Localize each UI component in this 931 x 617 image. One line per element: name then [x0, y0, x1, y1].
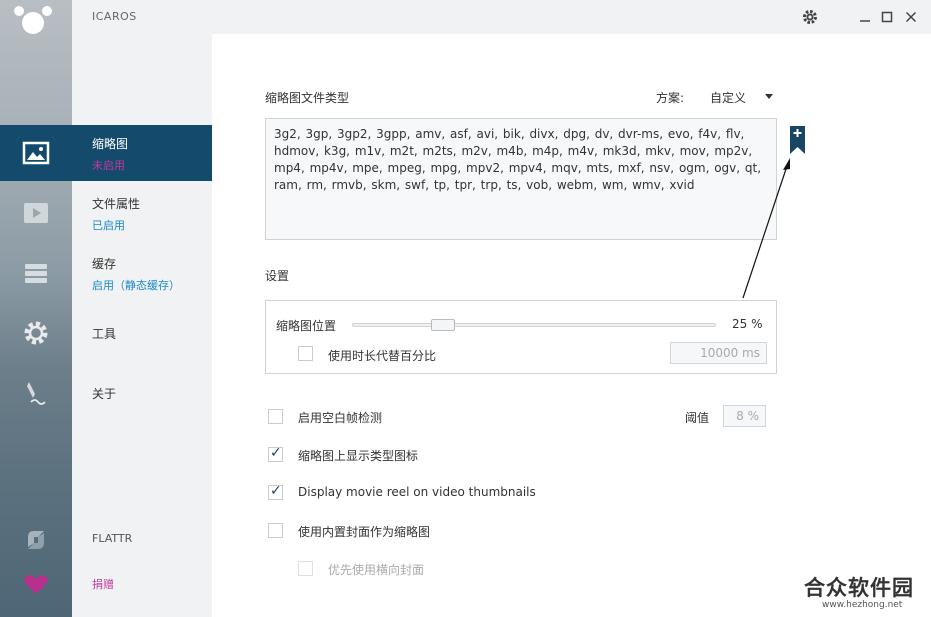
blank-frame-checkbox[interactable] [268, 409, 283, 424]
rail-about-button[interactable] [0, 365, 72, 421]
duration-input[interactable]: 10000 ms [670, 342, 767, 364]
menu-item-status: 未启用 [92, 159, 125, 172]
minimize-icon [860, 20, 870, 22]
bookmark-add-icon[interactable] [790, 126, 805, 154]
file-types-heading: 缩略图文件类型 [265, 91, 350, 105]
show-type-icon-label: 缩略图上显示类型图标 [298, 449, 419, 463]
icon-rail [0, 0, 72, 617]
rail-donate-button[interactable] [0, 556, 72, 612]
close-button[interactable] [902, 8, 920, 26]
menu-item-label: 关于 [92, 387, 117, 401]
thumbnail-position-label: 缩略图位置 [276, 319, 337, 333]
menu-item-thumbnails[interactable]: 缩略图 未启用 [72, 125, 212, 181]
maximize-button[interactable] [878, 8, 896, 26]
menu-item-tools[interactable]: 工具 [72, 305, 212, 361]
menu-item-cache[interactable]: 缓存 启用（静态缓存） [72, 245, 212, 301]
rail-properties-button[interactable] [0, 185, 72, 241]
menu-item-label: 工具 [92, 327, 117, 341]
thumbnail-position-slider-thumb[interactable] [431, 319, 455, 331]
maximize-icon [881, 11, 893, 23]
rail-cache-button[interactable] [0, 245, 72, 301]
watermark: 合众软件园 www.hezhong.net [800, 572, 931, 617]
thumbnails-panel: 缩略图文件类型 方案: 自定义 3g2, 3gp, 3gp2, 3gpp, am… [212, 34, 931, 617]
title-bar: ICAROS [72, 0, 931, 34]
use-duration-checkbox[interactable] [298, 346, 313, 361]
heart-icon [24, 575, 48, 594]
menu-item-status: 启用（静态缓存） [92, 279, 180, 292]
use-duration-label: 使用时长代替百分比 [328, 349, 437, 363]
settings-gear-button[interactable] [801, 8, 819, 26]
gear-icon [24, 321, 48, 345]
scheme-label: 方案: [656, 91, 685, 105]
scheme-selected-value: 自定义 [710, 91, 747, 105]
close-icon [905, 11, 917, 23]
menu-item-about[interactable]: 关于 [72, 365, 212, 421]
thumbnail-position-slider-track[interactable] [352, 323, 716, 327]
movie-reel-label: Display movie reel on video thumbnails [298, 485, 536, 499]
pen-signature-icon [27, 382, 46, 405]
icaros-logo-icon [14, 4, 54, 34]
menu-item-properties[interactable]: 文件属性 已启用 [72, 185, 212, 241]
rail-thumbnails-button[interactable] [0, 125, 72, 181]
file-types-textarea[interactable]: 3g2, 3gp, 3gp2, 3gpp, amv, asf, avi, bik… [265, 118, 777, 240]
watermark-text: 合众软件园 [804, 576, 914, 600]
menu-item-donate[interactable]: 捐赠 [72, 556, 212, 612]
embedded-cover-checkbox[interactable] [268, 523, 283, 538]
side-menu: 缩略图 未启用 文件属性 已启用 缓存 启用（静态缓存） 工具 关于 FLATT… [72, 0, 212, 617]
menu-item-label: 文件属性 [92, 197, 141, 211]
gear-icon [803, 10, 817, 24]
donate-label: 捐赠 [92, 578, 114, 591]
thumbnail-position-value: 25 % [732, 317, 763, 331]
threshold-input[interactable]: 8 % [723, 405, 766, 427]
chevron-down-icon [765, 94, 773, 99]
menu-item-label: 缩略图 [92, 137, 129, 151]
menu-item-label: 缓存 [92, 257, 117, 271]
movie-reel-checkbox[interactable] [268, 483, 283, 500]
play-icon [24, 203, 48, 223]
minimize-button[interactable] [856, 8, 874, 26]
image-icon [22, 141, 50, 165]
show-type-icon-checkbox[interactable] [268, 445, 283, 462]
settings-heading: 设置 [265, 269, 290, 283]
rail-tools-button[interactable] [0, 305, 72, 361]
flattr-label: FLATTR [92, 532, 133, 545]
landscape-cover-label: 优先使用横向封面 [328, 563, 425, 577]
landscape-cover-checkbox[interactable] [298, 561, 313, 576]
embedded-cover-label: 使用内置封面作为缩略图 [298, 525, 431, 539]
menu-item-status: 已启用 [92, 219, 125, 232]
watermark-url: www.hezhong.net [822, 600, 903, 610]
stack-icon [25, 264, 47, 283]
settings-group: 缩略图位置 25 % 使用时长代替百分比 10000 ms [265, 300, 777, 374]
flattr-icon [28, 531, 44, 549]
app-title: ICAROS [92, 10, 137, 23]
scheme-dropdown[interactable]: 自定义 [702, 84, 778, 108]
blank-frame-label: 启用空白帧检测 [298, 411, 383, 425]
threshold-label: 阈值 [685, 411, 710, 425]
